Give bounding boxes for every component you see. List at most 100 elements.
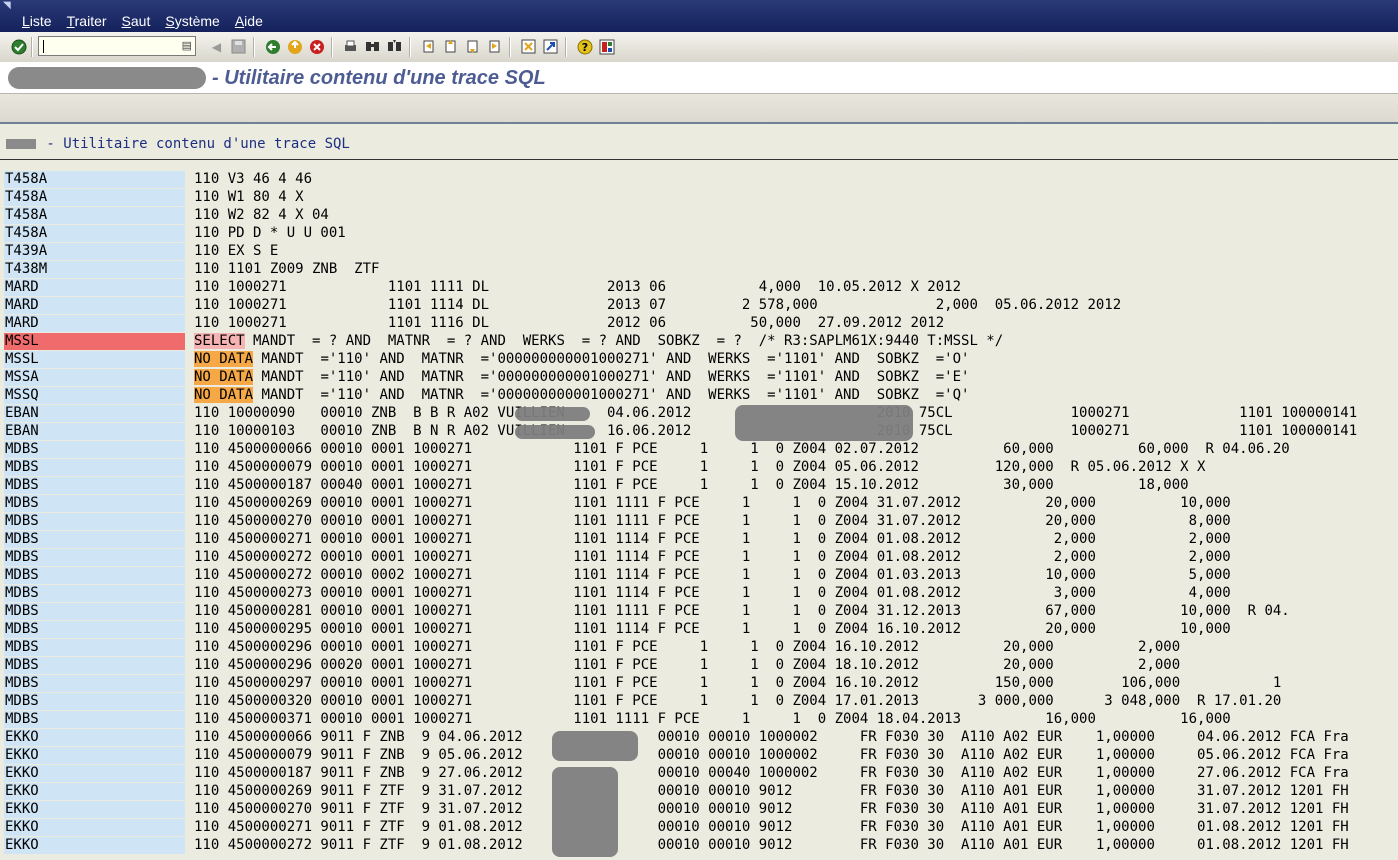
list-row[interactable]: EKKO 110 4500000187 9011 F ZNB 9 27.06.20…: [0, 765, 1398, 783]
list-row[interactable]: MDBS 110 4500000079 00010 0001 1000271 11…: [0, 459, 1398, 477]
menu-item[interactable]: Liste: [22, 13, 52, 30]
list-row[interactable]: EKKO 110 4500000066 9011 F ZNB 9 04.06.20…: [0, 729, 1398, 747]
row-text: 110 1000271 1101 1116 DL 2012 06 50,000 …: [194, 315, 945, 331]
list-row[interactable]: MDBS 110 4500000272 00010 0002 1000271 11…: [0, 567, 1398, 585]
save-icon[interactable]: [230, 38, 247, 55]
table-name-cell: EBAN: [4, 405, 185, 422]
row-content: 110 W2 82 4 X 04: [194, 207, 329, 224]
cancel-icon[interactable]: [308, 38, 325, 55]
menu-item[interactable]: Système: [165, 13, 219, 30]
list-row[interactable]: MDBS 110 4500000296 00020 0001 1000271 11…: [0, 657, 1398, 675]
list-header-text: - Utilitaire contenu d'une trace SQL: [38, 136, 350, 152]
menu-bar: ◥ Liste Traiter Saut Système Aide: [0, 0, 1398, 32]
list-row[interactable]: MARD 110 1000271 1101 1111 DL 2013 06 4,0…: [0, 279, 1398, 297]
table-name-cell: EKKO: [4, 765, 185, 782]
list-row[interactable]: T458A 110 W1 80 4 X: [0, 189, 1398, 207]
print-icon[interactable]: [342, 38, 359, 55]
list-row[interactable]: MDBS 110 4500000270 00010 0001 1000271 11…: [0, 513, 1398, 531]
list-row[interactable]: MDBS 110 4500000269 00010 0001 1000271 11…: [0, 495, 1398, 513]
list-row[interactable]: MDBS 110 4500000295 00010 0001 1000271 11…: [0, 621, 1398, 639]
new-session-icon[interactable]: [520, 38, 537, 55]
row-text: 110 4500000281 00010 0001 1000271 1101 1…: [194, 603, 1290, 619]
row-content: 110 PD D * U U 001: [194, 225, 346, 242]
layout-icon[interactable]: [598, 38, 615, 55]
row-text: 110 4500000066 9011 F ZNB 9 04.06.2012 0…: [194, 729, 1349, 745]
table-name-cell: MDBS: [4, 495, 185, 512]
row-content: 110 4500000270 9011 F ZTF 9 31.07.2012 0…: [194, 801, 1349, 818]
list-row[interactable]: EBAN110 10000103 00010 ZNB B N R A02 VUI…: [0, 423, 1398, 441]
next-page-icon[interactable]: [464, 38, 481, 55]
list-row[interactable]: MDBS 110 4500000066 00010 0001 1000271 11…: [0, 441, 1398, 459]
list-row[interactable]: MDBS 110 4500000320 00010 0001 1000271 11…: [0, 693, 1398, 711]
table-name-cell: MSSA: [4, 369, 185, 386]
list-row[interactable]: T458A 110 V3 46 4 46: [0, 171, 1398, 189]
row-text: 110 4500000271 00010 0001 1000271 1101 1…: [194, 531, 1231, 547]
list-row[interactable]: MDBS 110 4500000187 00040 0001 1000271 11…: [0, 477, 1398, 495]
row-text: 110 4500000271 9011 F ZTF 9 01.08.2012 0…: [194, 819, 1349, 835]
list-row[interactable]: MSSQ NO DATA MANDT ='110' AND MATNR ='000…: [0, 387, 1398, 405]
list-row[interactable]: EKKO 110 4500000079 9011 F ZNB 9 05.06.20…: [0, 747, 1398, 765]
title-bar: - Utilitaire contenu d'une trace SQL: [0, 62, 1398, 94]
list-row[interactable]: EKKO 110 4500000272 9011 F ZTF 9 01.08.20…: [0, 837, 1398, 855]
help-icon[interactable]: ?: [576, 38, 593, 55]
row-text: 110 W1 80 4 X: [194, 189, 304, 205]
list-row[interactable]: MDBS 110 4500000296 00010 0001 1000271 11…: [0, 639, 1398, 657]
table-name-cell: EKKO: [4, 783, 185, 800]
menu-item-label: aut: [130, 13, 151, 29]
prev-page-icon[interactable]: [442, 38, 459, 55]
list-row[interactable]: EKKO 110 4500000271 9011 F ZTF 9 01.08.20…: [0, 819, 1398, 837]
redacted-block: [515, 425, 595, 439]
system-menu-icon[interactable]: ◥: [3, 1, 15, 11]
menu-item[interactable]: Traiter: [67, 13, 107, 30]
last-page-icon[interactable]: [486, 38, 503, 55]
list-row[interactable]: T438M 110 1101 Z009 ZNB ZTF: [0, 261, 1398, 279]
select-keyword: SELECT: [194, 333, 245, 349]
list-row[interactable]: MSSA NO DATA MANDT ='110' AND MATNR ='000…: [0, 369, 1398, 387]
list-row[interactable]: MSSL SELECT MANDT = ? AND MATNR = ? AND W…: [0, 333, 1398, 351]
command-field[interactable]: ▤: [38, 36, 196, 56]
list-row[interactable]: MARD 110 1000271 1101 1116 DL 2012 06 50,…: [0, 315, 1398, 333]
shortcut-icon[interactable]: [542, 38, 559, 55]
list-row[interactable]: MDBS 110 4500000297 00010 0001 1000271 11…: [0, 675, 1398, 693]
list-row[interactable]: MDBS 110 4500000281 00010 0001 1000271 11…: [0, 603, 1398, 621]
list-row[interactable]: MARD 110 1000271 1101 1114 DL 2013 07 2 5…: [0, 297, 1398, 315]
list-row[interactable]: MDBS 110 4500000371 00010 0001 1000271 11…: [0, 711, 1398, 729]
table-name-cell: MDBS: [4, 621, 185, 638]
first-page-icon[interactable]: [420, 38, 437, 55]
list-row[interactable]: MSSL NO DATA MANDT ='110' AND MATNR ='000…: [0, 351, 1398, 369]
list-row[interactable]: EKKO 110 4500000270 9011 F ZTF 9 31.07.20…: [0, 801, 1398, 819]
list-row[interactable]: EKKO 110 4500000269 9011 F ZTF 9 31.07.20…: [0, 783, 1398, 801]
row-content: 110 4500000371 00010 0001 1000271 1101 1…: [194, 711, 1231, 728]
row-content: 110 4500000269 9011 F ZTF 9 31.07.2012 0…: [194, 783, 1349, 800]
find-icon[interactable]: [364, 38, 381, 55]
list-row[interactable]: MDBS 110 4500000273 00010 0001 1000271 11…: [0, 585, 1398, 603]
row-content: 110 4500000269 00010 0001 1000271 1101 1…: [194, 495, 1231, 512]
page-title: - Utilitaire contenu d'une trace SQL: [212, 67, 546, 89]
standard-toolbar: ▤ ◀ ?: [0, 32, 1398, 63]
history-icon[interactable]: ▤: [182, 39, 192, 52]
row-content: 110 4500000066 9011 F ZNB 9 04.06.2012 0…: [194, 729, 1349, 746]
row-text: 110 W2 82 4 X 04: [194, 207, 329, 223]
list-row[interactable]: EBAN110 10000090 00010 ZNB B B R A02 VUI…: [0, 405, 1398, 423]
exit-icon[interactable]: [286, 38, 303, 55]
list-row[interactable]: MDBS 110 4500000271 00010 0001 1000271 11…: [0, 531, 1398, 549]
row-content: 110 4500000271 9011 F ZTF 9 01.08.2012 0…: [194, 819, 1349, 836]
row-text: 110 4500000269 00010 0001 1000271 1101 1…: [194, 495, 1231, 511]
row-text: 110 4500000187 9011 F ZNB 9 27.06.2012 0…: [194, 765, 1349, 781]
menu-item[interactable]: Saut: [122, 13, 151, 30]
row-content: 110 4500000272 9011 F ZTF 9 01.08.2012 0…: [194, 837, 1349, 854]
back-icon[interactable]: [264, 38, 281, 55]
toolbar-separator: [509, 37, 511, 57]
find-next-icon[interactable]: [386, 38, 403, 55]
list-row[interactable]: MDBS 110 4500000272 00010 0001 1000271 11…: [0, 549, 1398, 567]
redacted-block: [8, 67, 206, 89]
list-row[interactable]: T458A 110 PD D * U U 001: [0, 225, 1398, 243]
menu-item[interactable]: Aide: [235, 13, 263, 30]
list-row[interactable]: T439A 110 EX S E: [0, 243, 1398, 261]
menu-item-mnemonic: A: [234, 13, 245, 29]
table-name-cell: MSSL: [4, 333, 185, 350]
check-icon[interactable]: [10, 38, 27, 55]
history-back-icon[interactable]: ◀: [208, 38, 225, 55]
list-row[interactable]: T458A 110 W2 82 4 X 04: [0, 207, 1398, 225]
redacted-block: [552, 767, 618, 857]
